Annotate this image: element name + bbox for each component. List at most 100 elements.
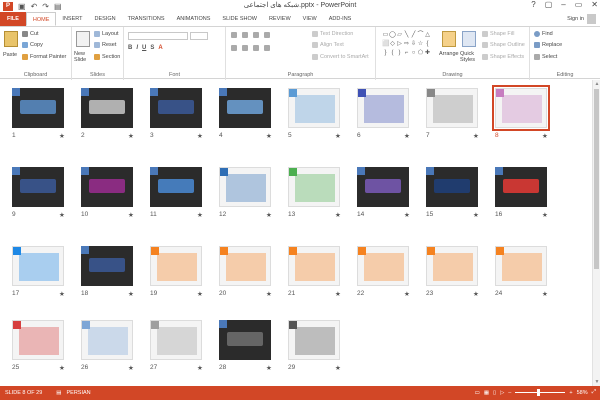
quick-styles-button[interactable]: Quick Styles: [460, 51, 478, 63]
close-button[interactable]: ✕: [591, 0, 598, 9]
animation-star-icon[interactable]: ★: [404, 290, 410, 298]
scroll-up-icon[interactable]: ▲: [594, 81, 600, 87]
shape-option[interactable]: ⇩: [410, 40, 417, 49]
animation-star-icon[interactable]: ★: [542, 132, 548, 140]
slide-sorter-view-icon[interactable]: ▦: [484, 390, 489, 396]
maximize-button[interactable]: ▭: [575, 0, 583, 9]
italic-button[interactable]: I: [136, 45, 138, 51]
slide-thumbnail[interactable]: [12, 88, 64, 128]
zoom-level[interactable]: 58%: [577, 390, 588, 396]
zoom-out-button[interactable]: –: [508, 390, 511, 396]
animation-star-icon[interactable]: ★: [128, 290, 134, 298]
animation-star-icon[interactable]: ★: [128, 364, 134, 372]
tab-file[interactable]: FILE: [0, 12, 26, 26]
animation-star-icon[interactable]: ★: [335, 290, 341, 298]
slide-thumbnail[interactable]: [81, 167, 133, 207]
tab-view[interactable]: VIEW: [297, 12, 323, 26]
slide-thumbnail[interactable]: [150, 320, 202, 360]
reading-view-icon[interactable]: ▯: [493, 390, 496, 396]
animation-star-icon[interactable]: ★: [128, 132, 134, 140]
arrange-button[interactable]: Arrange: [439, 51, 459, 57]
shape-option[interactable]: ⌒: [417, 31, 424, 40]
animation-star-icon[interactable]: ★: [335, 132, 341, 140]
shape-outline-button[interactable]: Shape Outline: [482, 42, 525, 48]
animation-star-icon[interactable]: ★: [266, 211, 272, 219]
animation-star-icon[interactable]: ★: [266, 290, 272, 298]
slide-thumbnail[interactable]: [219, 88, 271, 128]
shape-option[interactable]: ╱: [410, 31, 417, 40]
slide-thumbnail[interactable]: [219, 167, 271, 207]
numbering-icon[interactable]: [242, 32, 248, 38]
animation-star-icon[interactable]: ★: [59, 290, 65, 298]
font-size-field[interactable]: [190, 32, 208, 40]
text-direction-button[interactable]: Text Direction: [312, 31, 353, 37]
tab-design[interactable]: DESIGN: [89, 12, 122, 26]
slide-thumbnail[interactable]: [150, 88, 202, 128]
proofing-icon[interactable]: ▤: [56, 390, 61, 396]
tab-insert[interactable]: INSERT: [56, 12, 88, 26]
convert-smartart-button[interactable]: Convert to SmartArt: [312, 54, 369, 60]
tab-animations[interactable]: ANIMATIONS: [171, 12, 217, 26]
animation-star-icon[interactable]: ★: [404, 211, 410, 219]
animation-star-icon[interactable]: ★: [197, 290, 203, 298]
shape-option[interactable]: ▷: [396, 40, 403, 49]
slide-thumbnail[interactable]: [492, 85, 550, 131]
slide-thumbnail[interactable]: [495, 246, 547, 286]
language-indicator[interactable]: PERSIAN: [67, 390, 91, 396]
justify-icon[interactable]: [264, 45, 270, 51]
font-name-field[interactable]: [128, 32, 188, 40]
tab-add-ins[interactable]: ADD-INS: [323, 12, 358, 26]
new-slide-button[interactable]: New Slide: [74, 51, 92, 63]
slide-show-icon[interactable]: ▷: [500, 390, 504, 396]
format-painter-button[interactable]: Format Painter: [22, 54, 66, 60]
strikethrough-button[interactable]: S: [150, 45, 154, 51]
animation-star-icon[interactable]: ★: [404, 132, 410, 140]
animation-star-icon[interactable]: ★: [59, 211, 65, 219]
animation-star-icon[interactable]: ★: [59, 364, 65, 372]
help-button[interactable]: ?: [531, 0, 535, 9]
scroll-thumb[interactable]: [594, 89, 599, 269]
slide-thumbnail[interactable]: [288, 246, 340, 286]
bullets-icon[interactable]: [231, 32, 237, 38]
slide-thumbnail[interactable]: [357, 246, 409, 286]
reset-button[interactable]: Reset: [94, 42, 116, 48]
tab-transitions[interactable]: TRANSITIONS: [122, 12, 171, 26]
user-avatar[interactable]: [587, 14, 596, 24]
animation-star-icon[interactable]: ★: [473, 290, 479, 298]
arrange-icon[interactable]: [442, 31, 456, 47]
increase-indent-icon[interactable]: [264, 32, 270, 38]
shapes-gallery[interactable]: ▭ ◯ ▱ ╲ ╱ ⌒ △ ⬜ ◇ ▷ ⇨ ⇩ ☆{}() ⌐ ○ ⬠ ✚: [382, 31, 432, 61]
quick-styles-icon[interactable]: [462, 31, 476, 47]
slide-thumbnail[interactable]: [495, 167, 547, 207]
shape-option[interactable]: ◇: [389, 40, 396, 49]
align-right-icon[interactable]: [253, 45, 259, 51]
find-button[interactable]: Find: [534, 31, 553, 37]
shape-option[interactable]: }: [382, 49, 389, 58]
shape-option[interactable]: △: [424, 31, 431, 40]
slide-thumbnail[interactable]: [357, 167, 409, 207]
slide-thumbnail[interactable]: [81, 88, 133, 128]
shape-option[interactable]: ☆: [417, 40, 424, 49]
vertical-scrollbar[interactable]: ▲ ▼: [592, 80, 600, 386]
slide-thumbnail[interactable]: [81, 246, 133, 286]
tab-home[interactable]: HOME: [25, 12, 57, 26]
shape-option[interactable]: ○: [410, 49, 417, 58]
paste-icon[interactable]: [4, 31, 18, 47]
shape-option[interactable]: ): [396, 49, 403, 58]
slide-thumbnail[interactable]: [81, 320, 133, 360]
slide-thumbnail[interactable]: [150, 167, 202, 207]
animation-star-icon[interactable]: ★: [335, 364, 341, 372]
layout-button[interactable]: Layout: [94, 31, 119, 37]
slide-thumbnail[interactable]: [426, 88, 478, 128]
animation-star-icon[interactable]: ★: [473, 132, 479, 140]
copy-button[interactable]: Copy: [22, 42, 43, 48]
slide-thumbnail[interactable]: [12, 167, 64, 207]
slide-thumbnail[interactable]: [288, 88, 340, 128]
ribbon-display-button[interactable]: ▢: [545, 0, 553, 9]
animation-star-icon[interactable]: ★: [128, 211, 134, 219]
slide-thumbnail[interactable]: [12, 320, 64, 360]
slide-thumbnail[interactable]: [426, 167, 478, 207]
shape-option[interactable]: ⬜: [382, 40, 389, 49]
underline-button[interactable]: U: [142, 45, 146, 51]
decrease-indent-icon[interactable]: [253, 32, 259, 38]
